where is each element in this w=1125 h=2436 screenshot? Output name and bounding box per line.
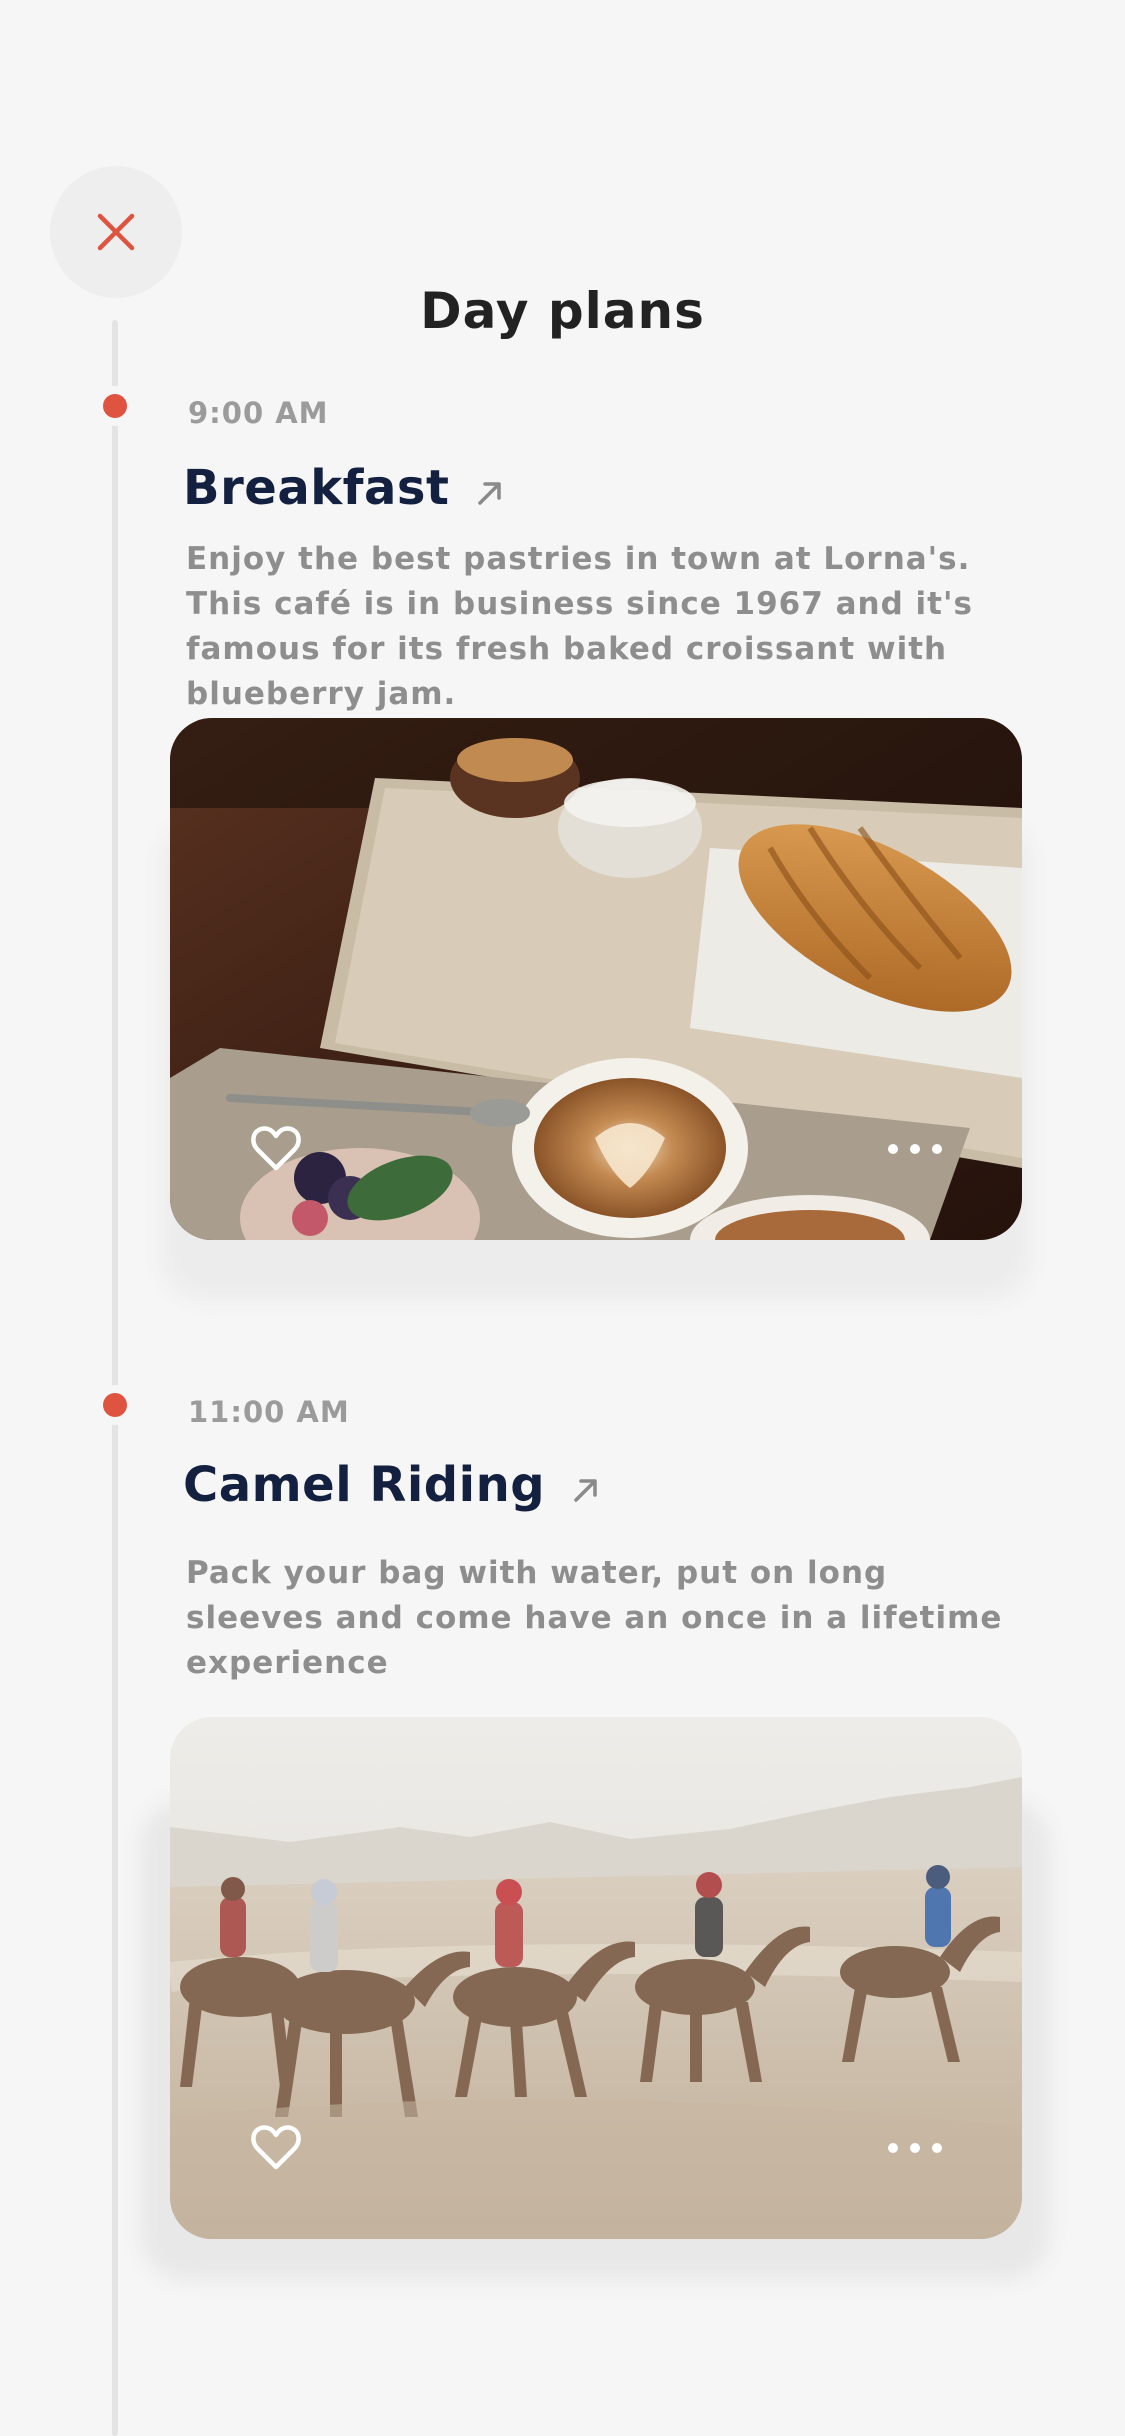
more-horizontal-icon[interactable] <box>888 2143 942 2153</box>
more-horizontal-icon[interactable] <box>888 1144 942 1154</box>
timeline-dot <box>103 394 127 418</box>
arrow-up-right-icon <box>478 482 502 505</box>
heart-outline-icon[interactable] <box>250 2123 302 2171</box>
event-time: 11:00 AM <box>188 1395 350 1429</box>
event-title-link[interactable]: Camel Riding <box>183 1457 601 1513</box>
event-title: Breakfast <box>183 460 450 516</box>
timeline-line <box>112 320 118 2436</box>
event-image-card[interactable] <box>170 1717 1022 2239</box>
event-description: Pack your bag with water, put on long sl… <box>186 1555 1003 1681</box>
event-image-card[interactable] <box>170 718 1022 1240</box>
timeline-dot <box>103 1393 127 1417</box>
close-button[interactable] <box>50 166 182 298</box>
heart-outline-icon[interactable] <box>250 1124 302 1172</box>
event-title: Camel Riding <box>183 1457 546 1513</box>
event-title-link[interactable]: Breakfast <box>183 460 505 516</box>
close-icon <box>97 213 135 251</box>
arrow-up-right-icon <box>574 1479 597 1502</box>
page-title: Day plans <box>420 282 705 340</box>
event-description: Enjoy the best pastries in town at Lorna… <box>186 541 973 712</box>
event-time: 9:00 AM <box>188 396 329 430</box>
